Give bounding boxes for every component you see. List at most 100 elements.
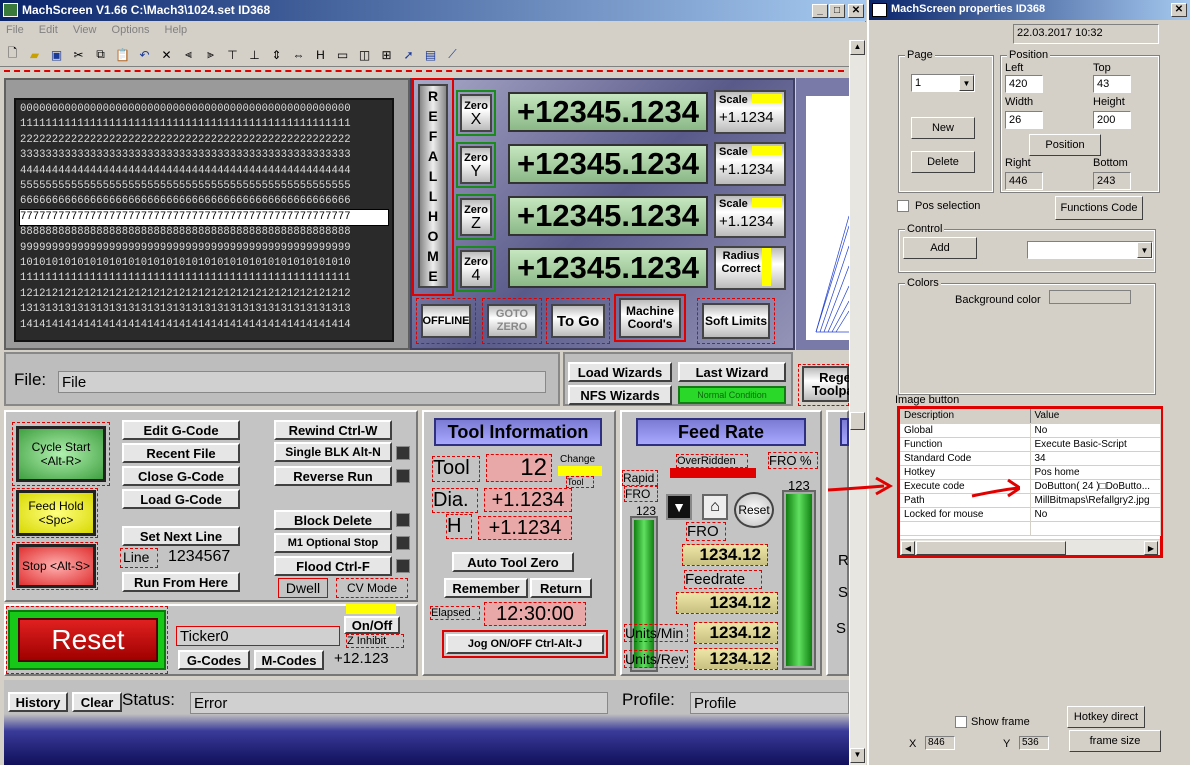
control-select[interactable]: ▼ [1027,241,1153,259]
frame-size-button[interactable]: frame size [1069,730,1161,752]
edit-gcode-button[interactable]: Edit G-Code [122,420,240,440]
rapid-fro-slider[interactable] [630,516,658,672]
scroll-left-icon[interactable]: ◀ [901,541,915,555]
scroll-up-icon[interactable]: ▲ [850,40,865,55]
goto-zero-button[interactable]: GOTO ZERO [487,304,537,338]
select-icon[interactable]: ➚ [398,44,419,65]
gcode-line[interactable]: 1111111111111111111111111111111111111111… [20,271,388,286]
reverse-run-button[interactable]: Reverse Run [274,466,392,486]
gcode-line[interactable]: 1010101010101010101010101010101010101010… [20,256,388,271]
stop-button[interactable]: Stop <Alt-S> [16,544,96,588]
show-frame-checkbox[interactable] [955,716,967,728]
nfs-wizards-button[interactable]: NFS Wizards [568,385,672,405]
gcode-line[interactable]: 1313131313131313131313131313131313131313… [20,302,388,317]
align-right-icon[interactable]: ⫸ [200,44,221,65]
delete-page-button[interactable]: Delete [911,151,975,173]
last-wizard-button[interactable]: Last Wizard [678,362,786,382]
save-icon[interactable]: ▣ [46,44,67,65]
property-value[interactable]: 34 [1030,451,1161,466]
reset-button[interactable]: Reset [18,618,158,662]
g-codes-button[interactable]: G-Codes [178,650,250,670]
undo-icon[interactable]: ↶ [134,44,155,65]
align-top-icon[interactable]: ⊤ [222,44,243,65]
pos-selection-checkbox[interactable] [897,200,909,212]
left-input[interactable]: 420 [1005,75,1043,93]
flood-button[interactable]: Flood Ctrl-F [274,556,392,576]
toolpath-display[interactable] [806,96,850,340]
soft-limits-button[interactable]: Soft Limits [702,303,770,339]
gcode-line[interactable]: 1414141414141414141414141414141414141414… [20,318,388,333]
single-block-button[interactable]: Single BLK Alt-N [274,442,392,462]
new-file-icon[interactable]: 🗋 [2,44,23,65]
table-horizontal-scrollbar[interactable]: ◀ ▶ [900,539,1160,555]
gcode-line[interactable]: 0000000000000000000000000000000000000000… [20,102,388,117]
zero-x-button[interactable]: Zero X [460,94,492,132]
vertical-scrollbar[interactable]: ▲ ▼ [849,40,866,765]
menu-edit[interactable]: Edit [39,24,58,36]
properties-icon[interactable]: ▤ [420,44,441,65]
property-value[interactable]: MillBitmaps\Refallgry2.jpg [1030,493,1161,508]
same-width-icon[interactable]: ▭ [332,44,353,65]
functions-code-button[interactable]: Functions Code [1055,196,1143,220]
property-value[interactable]: DoButton( 24 )□DoButto... [1030,479,1161,494]
description-header[interactable]: Description [900,409,1031,424]
scroll-thumb[interactable] [850,412,865,430]
file-field[interactable]: File [58,371,546,393]
return-button[interactable]: Return [530,578,592,598]
chart-icon[interactable]: ⟋ [442,44,463,65]
background-color-swatch[interactable] [1049,290,1131,304]
dro-x[interactable]: +12345.1234 [508,92,708,132]
menu-options[interactable]: Options [112,24,150,36]
load-wizards-button[interactable]: Load Wizards [568,362,672,382]
auto-tool-zero-button[interactable]: Auto Tool Zero [452,552,574,572]
open-folder-icon[interactable]: ▰ [24,44,45,65]
maximize-button[interactable]: □ [829,4,845,18]
horizontal-scroll-thumb[interactable] [916,541,1066,555]
machine-coords-button[interactable]: Machine Coord's [619,298,681,338]
gcode-line[interactable]: 7777777777777777777777777777777777777777… [19,208,389,227]
new-page-button[interactable]: New [911,117,975,139]
menu-file[interactable]: File [6,24,24,36]
property-value[interactable]: Execute Basic-Script [1030,437,1161,452]
m1-optional-stop-button[interactable]: M1 Optional Stop [274,533,392,553]
close-button[interactable]: ✕ [848,4,864,18]
scroll-right-icon[interactable]: ▶ [1144,541,1158,555]
same-height-icon[interactable]: H [310,44,331,65]
zero-4-button[interactable]: Zero 4 [460,250,492,288]
dro-4[interactable]: +12345.1234 [508,248,708,288]
gcode-line[interactable]: 3333333333333333333333333333333333333333… [20,148,388,163]
gcode-line[interactable]: 8888888888888888888888888888888888888888… [20,225,388,240]
set-next-line-button[interactable]: Set Next Line [122,526,240,546]
fro-slider[interactable] [782,490,816,670]
block-delete-button[interactable]: Block Delete [274,510,392,530]
property-value[interactable]: No [1030,507,1161,522]
align-left-icon[interactable]: ⫷ [178,44,199,65]
value-header[interactable]: Value [1030,409,1161,424]
copy-icon[interactable]: ⧉ [90,44,111,65]
property-row[interactable]: Global No [900,423,1161,438]
width-input[interactable]: 26 [1005,111,1043,129]
page-select[interactable]: 1 ▼ [911,74,975,92]
same-size-icon[interactable]: ◫ [354,44,375,65]
position-button[interactable]: Position [1029,134,1101,156]
chevron-down-icon[interactable]: ▼ [959,75,974,91]
delete-icon[interactable]: ✕ [156,44,177,65]
grid-icon[interactable]: ⊞ [376,44,397,65]
property-value[interactable]: Pos home [1030,465,1161,480]
remember-button[interactable]: Remember [444,578,528,598]
zero-y-button[interactable]: Zero Y [460,146,492,184]
scroll-down-icon[interactable]: ▼ [850,748,865,763]
fro-down-button[interactable]: ▼ [666,494,692,520]
property-value[interactable]: No [1030,423,1161,438]
hotkey-direct-button[interactable]: Hotkey direct [1067,706,1145,728]
dro-z[interactable]: +12345.1234 [508,196,708,236]
gcode-line[interactable]: 2222222222222222222222222222222222222222… [20,133,388,148]
run-from-here-button[interactable]: Run From Here [122,572,240,592]
dro-y[interactable]: +12345.1234 [508,144,708,184]
recent-file-button[interactable]: Recent File [122,443,240,463]
gcode-window[interactable]: 0000000000000000000000000000000000000000… [14,98,394,342]
gcode-line[interactable]: 1212121212121212121212121212121212121212… [20,287,388,302]
properties-close-button[interactable]: ✕ [1171,3,1187,17]
fro-up-button[interactable]: ⌂ [702,494,728,520]
gcode-line[interactable]: 4444444444444444444444444444444444444444… [20,164,388,179]
